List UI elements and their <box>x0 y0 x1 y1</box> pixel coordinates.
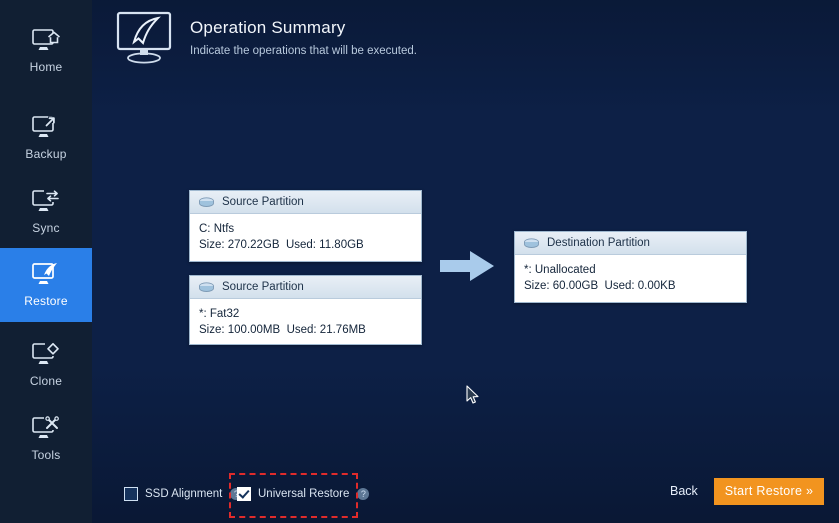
sidebar-item-label: Backup <box>25 147 67 161</box>
universal-restore-option[interactable]: Universal Restore ? <box>237 483 370 505</box>
ssd-alignment-option[interactable]: SSD Alignment ? <box>124 483 243 505</box>
monitor-sync-icon <box>31 189 61 215</box>
destination-partition-card[interactable]: Destination Partition *: Unallocated Siz… <box>514 231 747 303</box>
partition-details: Size: 60.00GB Used: 0.00KB <box>524 280 676 292</box>
card-header-label: Source Partition <box>222 196 304 208</box>
universal-restore-checkbox[interactable] <box>237 487 251 501</box>
sidebar-item-clone[interactable]: Clone <box>0 328 92 402</box>
sidebar-item-label: Home <box>29 60 63 74</box>
source-partition-card[interactable]: Source Partition C: Ntfs Size: 270.22GB … <box>189 190 422 262</box>
partition-name: *: Unallocated <box>524 264 596 276</box>
partition-details: Size: 270.22GB Used: 11.80GB <box>199 239 364 251</box>
card-header: Destination Partition <box>515 232 746 255</box>
back-button[interactable]: Back <box>670 484 698 498</box>
card-header-label: Source Partition <box>222 281 304 293</box>
main-content: Operation Summary Indicate the operation… <box>92 0 839 523</box>
sidebar-item-tools[interactable]: Tools <box>0 402 92 476</box>
monitor-home-icon <box>31 28 61 54</box>
ssd-alignment-label[interactable]: SSD Alignment <box>145 488 222 500</box>
disk-partition-icon <box>523 237 540 250</box>
card-body: C: Ntfs Size: 270.22GB Used: 11.80GB <box>190 214 421 253</box>
monitor-tools-icon <box>31 416 61 442</box>
monitor-clone-icon <box>31 342 61 368</box>
sidebar-item-label: Restore <box>24 294 68 308</box>
monitor-restore-icon <box>31 262 61 288</box>
partition-name: C: Ntfs <box>199 223 235 235</box>
sidebar-item-label: Sync <box>32 221 60 235</box>
card-body: *: Fat32 Size: 100.00MB Used: 21.76MB <box>190 299 421 338</box>
app-window: Home Backup Sync Restore Clone Tools Ope… <box>0 0 839 523</box>
partition-name: *: Fat32 <box>199 308 240 320</box>
sidebar-item-home[interactable]: Home <box>0 14 92 88</box>
monitor-backup-icon <box>31 115 61 141</box>
card-header-label: Destination Partition <box>547 237 650 249</box>
ssd-alignment-checkbox[interactable] <box>124 487 138 501</box>
card-header: Source Partition <box>190 191 421 214</box>
universal-restore-label[interactable]: Universal Restore <box>258 488 349 500</box>
operation-diagram: Source Partition C: Ntfs Size: 270.22GB … <box>92 0 839 523</box>
partition-details: Size: 100.00MB Used: 21.76MB <box>199 324 366 336</box>
card-body: *: Unallocated Size: 60.00GB Used: 0.00K… <box>515 255 746 294</box>
source-partition-card[interactable]: Source Partition *: Fat32 Size: 100.00MB… <box>189 275 422 345</box>
sidebar-item-sync[interactable]: Sync <box>0 175 92 249</box>
disk-partition-icon <box>198 196 215 209</box>
card-header: Source Partition <box>190 276 421 299</box>
disk-partition-icon <box>198 281 215 294</box>
sidebar-item-label: Clone <box>29 374 63 388</box>
help-icon[interactable]: ? <box>357 488 370 500</box>
right-arrow-icon <box>440 249 496 288</box>
sidebar: Home Backup Sync Restore Clone Tools <box>0 0 92 523</box>
start-restore-button[interactable]: Start Restore » <box>714 478 824 505</box>
footer-bar: SSD Alignment ? Universal Restore ? Back… <box>92 467 839 523</box>
sidebar-item-backup[interactable]: Backup <box>0 101 92 175</box>
sidebar-item-label: Tools <box>31 448 61 462</box>
sidebar-item-restore[interactable]: Restore <box>0 248 92 322</box>
